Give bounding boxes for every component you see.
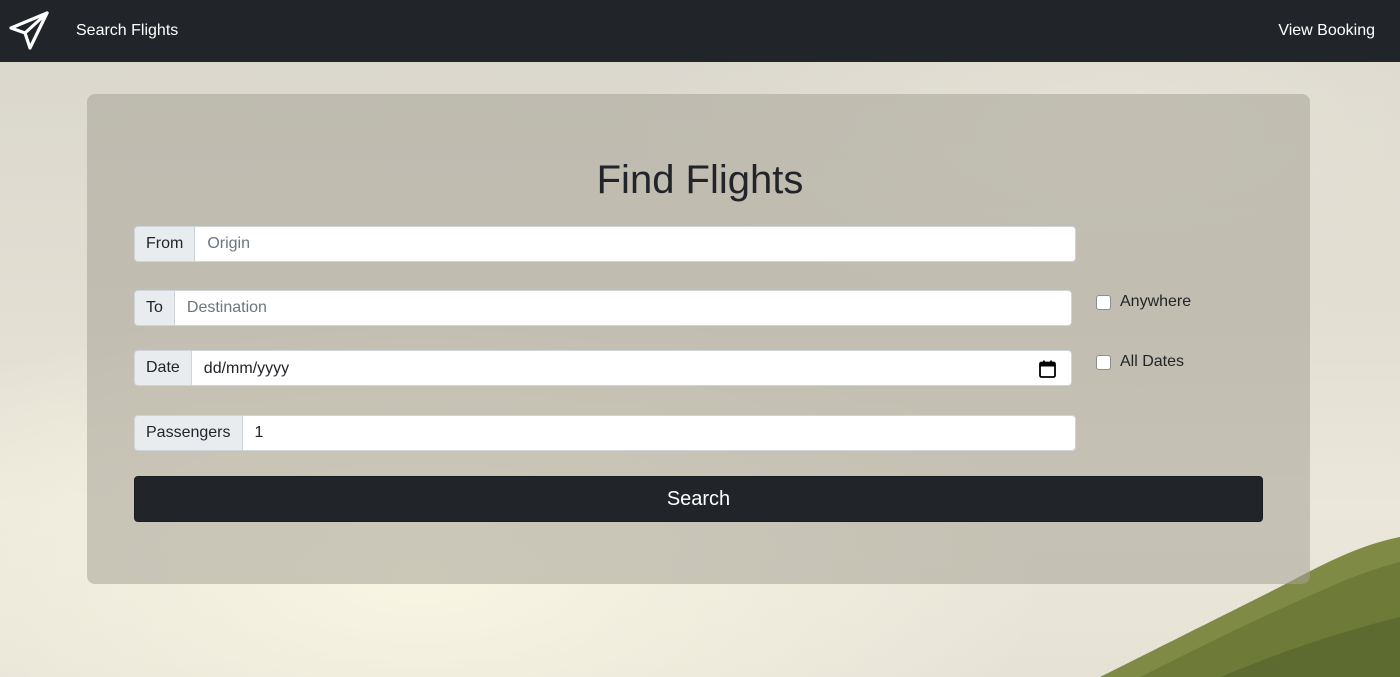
calendar-icon[interactable] — [1039, 360, 1056, 378]
to-label: To — [134, 290, 174, 326]
nav-search-flights-link[interactable]: Search Flights — [76, 20, 178, 42]
anywhere-checkbox[interactable] — [1096, 294, 1111, 310]
all-dates-label[interactable]: All Dates — [1120, 353, 1184, 371]
anywhere-label[interactable]: Anywhere — [1120, 293, 1191, 311]
search-button[interactable]: Search — [134, 476, 1263, 522]
from-input-group: From — [134, 226, 1076, 262]
date-input[interactable]: dd/mm/yyyy — [190, 350, 1072, 387]
passengers-label: Passengers — [134, 415, 242, 451]
to-input-group: To — [134, 290, 1072, 326]
passengers-input-group: Passengers — [134, 415, 1076, 451]
all-dates-checkbox[interactable] — [1096, 354, 1111, 370]
date-input-group: Date dd/mm/yyyy — [134, 350, 1072, 386]
destination-input[interactable] — [173, 290, 1072, 326]
from-label: From — [134, 226, 195, 262]
date-label: Date — [134, 350, 191, 386]
passengers-input[interactable] — [241, 415, 1076, 451]
anywhere-checkbox-group[interactable]: Anywhere — [1096, 293, 1191, 311]
page-title: Find Flights — [596, 158, 804, 202]
all-dates-checkbox-group[interactable]: All Dates — [1096, 353, 1184, 371]
top-navbar: Search Flights View Booking — [0, 0, 1400, 62]
nav-view-booking-link[interactable]: View Booking — [1278, 20, 1375, 42]
origin-input[interactable] — [194, 226, 1076, 262]
paper-plane-icon[interactable] — [8, 10, 50, 52]
date-value[interactable]: dd/mm/yyyy — [204, 351, 289, 387]
